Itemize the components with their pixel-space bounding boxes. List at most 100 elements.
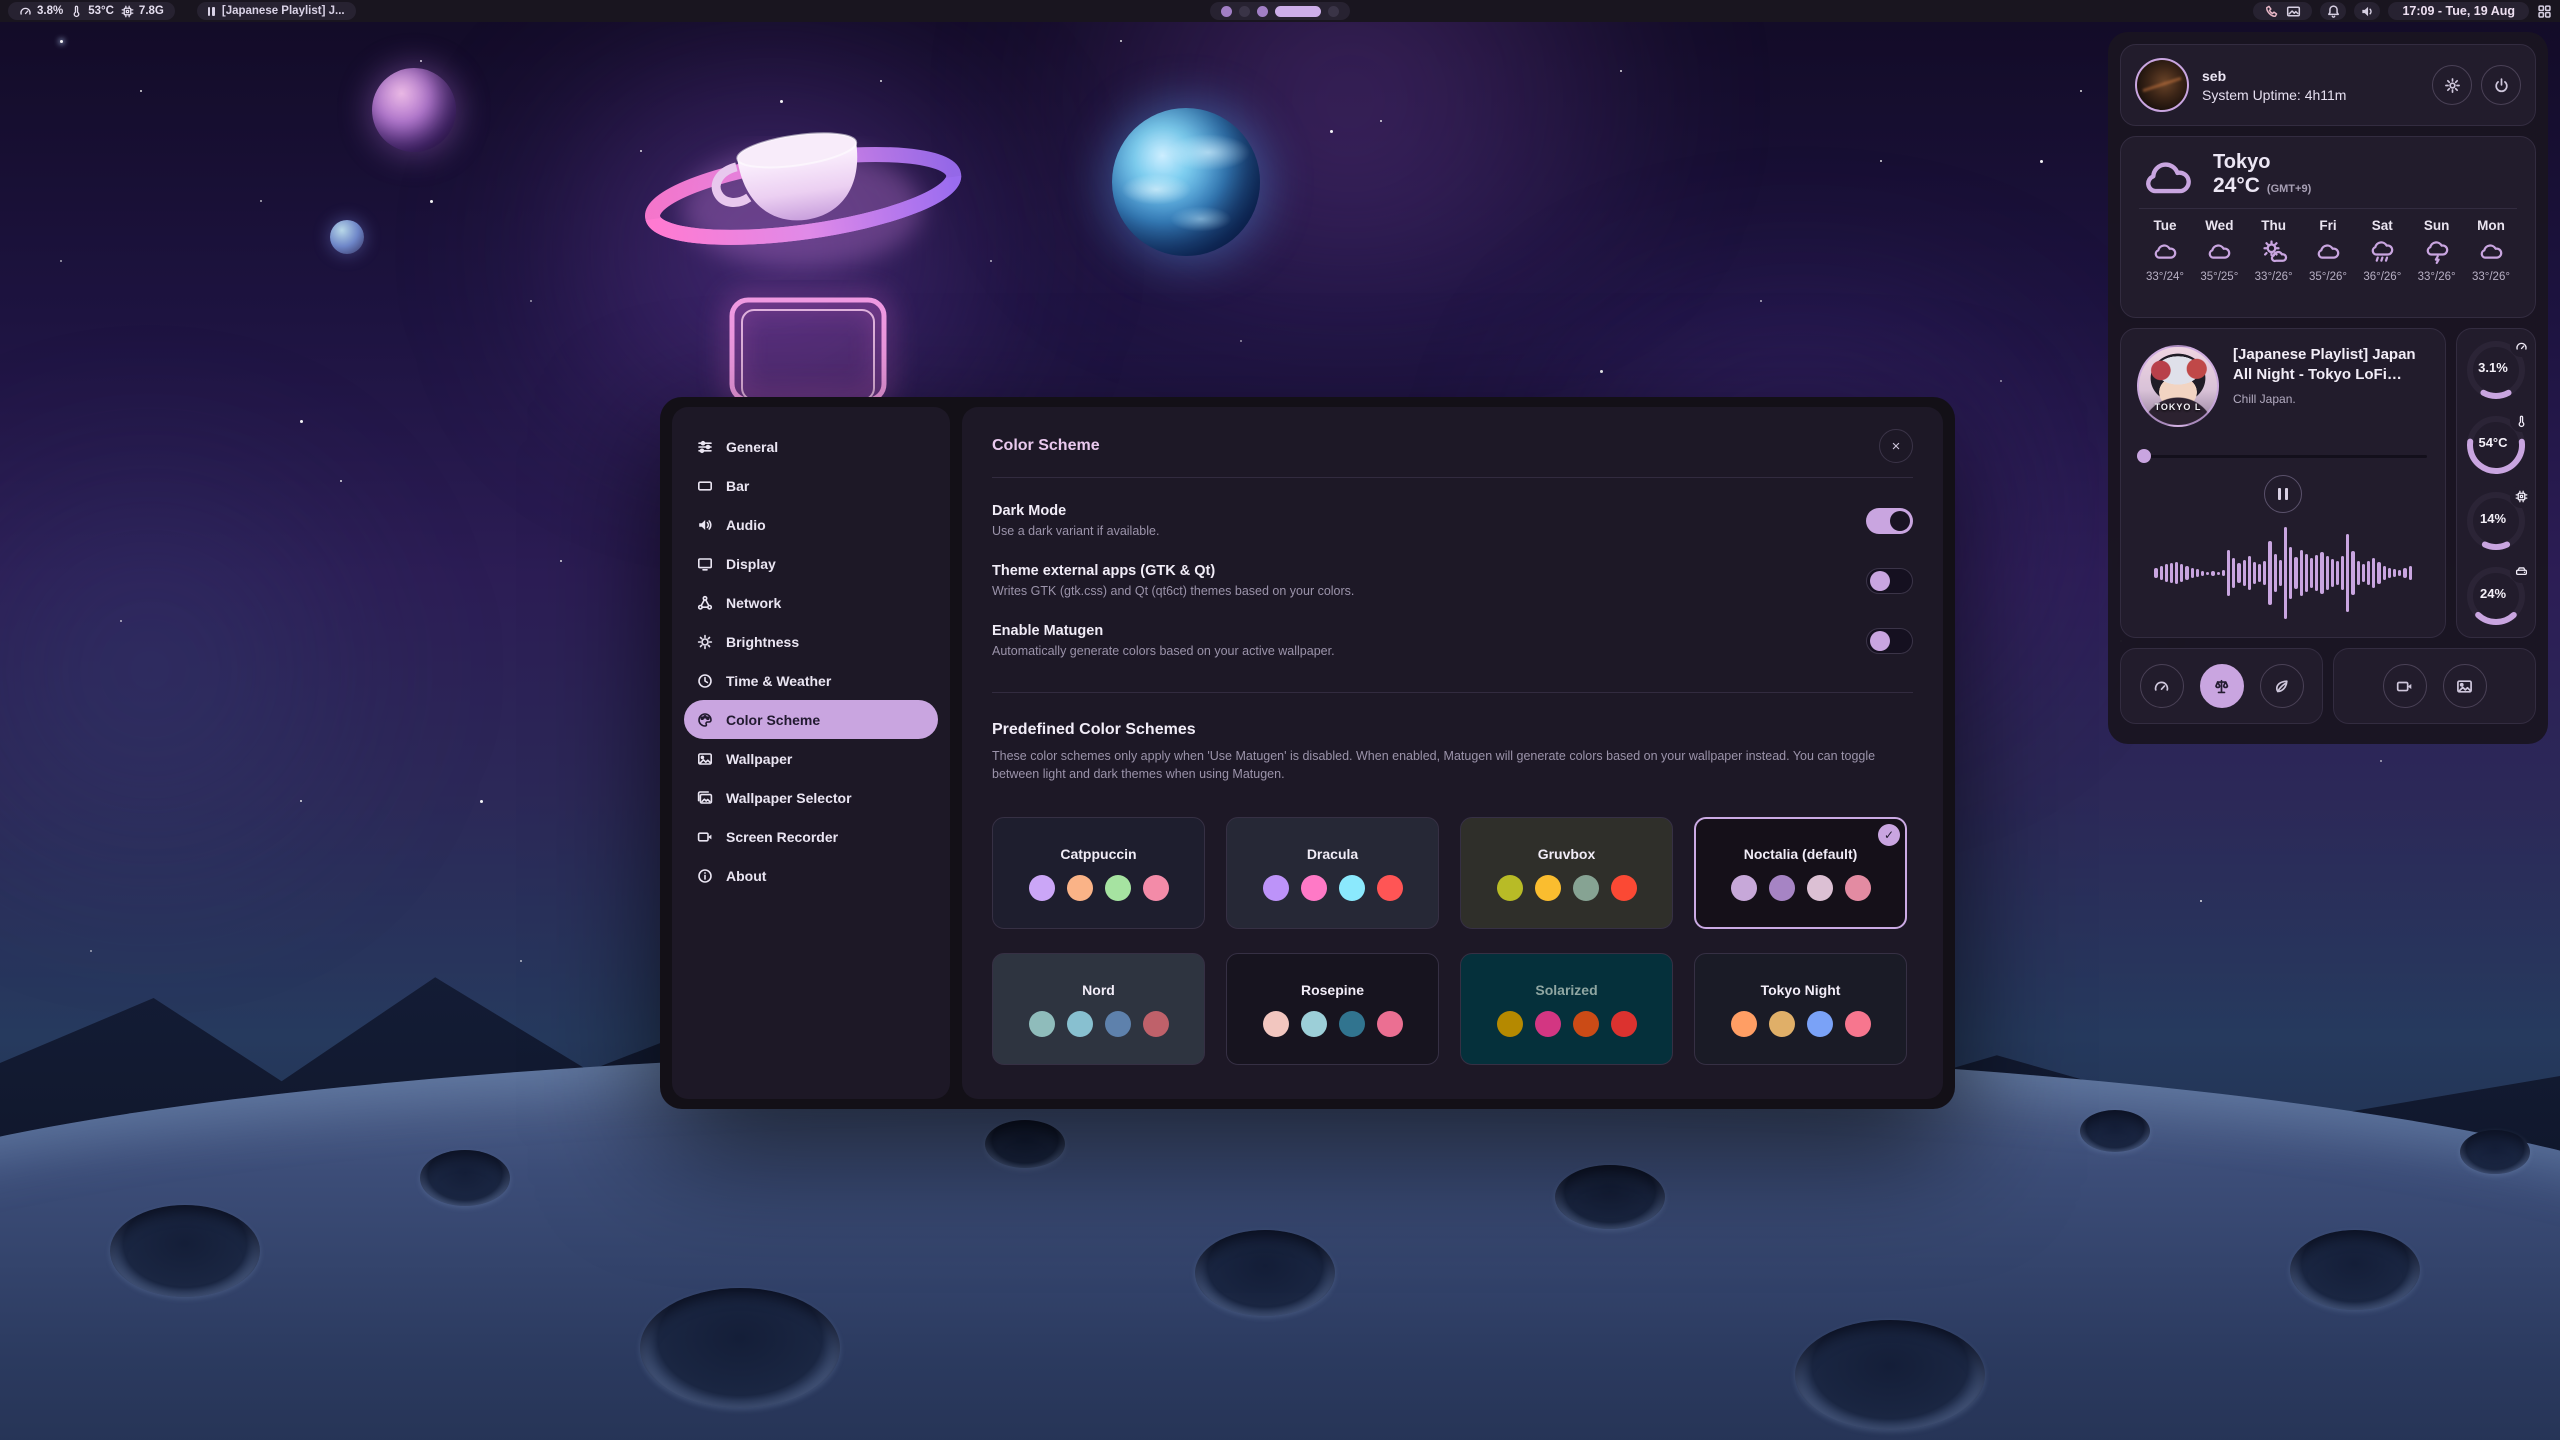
wallpaper-button[interactable]	[2443, 664, 2487, 708]
sidebar-item-label: Color Scheme	[726, 712, 820, 728]
scheme-card-solarized[interactable]: Solarized	[1460, 953, 1673, 1065]
weather-city: Tokyo	[2213, 151, 2311, 174]
workspace-dot[interactable]	[1221, 6, 1232, 17]
forecast-day: Thu 33°/26°	[2248, 218, 2300, 283]
sidebar-item-wallpaper-selector[interactable]: Wallpaper Selector	[684, 778, 938, 817]
gauge-icon	[19, 5, 32, 18]
performance-button[interactable]	[2140, 664, 2184, 708]
color-dot	[1731, 875, 1757, 901]
play-pause-button[interactable]	[2264, 475, 2302, 513]
cloud-icon	[2139, 152, 2197, 198]
sidebar-item-color-scheme[interactable]: Color Scheme	[684, 700, 938, 739]
sidebar-item-brightness[interactable]: Brightness	[684, 622, 938, 661]
scheme-card-dracula[interactable]: Dracula	[1226, 817, 1439, 929]
scheme-card-gruvbox[interactable]: Gruvbox	[1460, 817, 1673, 929]
settings-sidebar: General Bar Audio Display Network Bright…	[672, 407, 950, 1099]
speaker-icon	[697, 517, 713, 533]
sidebar-item-wallpaper[interactable]: Wallpaper	[684, 739, 938, 778]
scheme-name: Rosepine	[1301, 982, 1364, 998]
sidebar-item-label: Audio	[726, 517, 766, 533]
image-icon	[697, 751, 713, 767]
theme-external-row: Theme external apps (GTK & Qt) Writes GT…	[992, 563, 1913, 598]
scheme-card-nord[interactable]: Nord	[992, 953, 1205, 1065]
bell-icon[interactable]	[2326, 4, 2341, 19]
sidebar-item-display[interactable]: Display	[684, 544, 938, 583]
scheme-card-rosepine[interactable]: Rosepine	[1226, 953, 1439, 1065]
color-dot	[1029, 1011, 1055, 1037]
dark-mode-label: Dark Mode	[992, 503, 1159, 519]
scheme-name: Noctalia (default)	[1744, 846, 1858, 862]
theme-external-label: Theme external apps (GTK & Qt)	[992, 563, 1354, 579]
workspace-dot-active[interactable]	[1275, 6, 1321, 17]
tray-pill[interactable]	[2253, 2, 2312, 20]
sidebar-item-general[interactable]: General	[684, 427, 938, 466]
sidebar-item-screen-recorder[interactable]: Screen Recorder	[684, 817, 938, 856]
speaker-icon[interactable]	[2360, 4, 2375, 19]
seek-knob[interactable]	[2137, 449, 2151, 463]
sidebar-item-label: Bar	[726, 478, 749, 494]
settings-window: General Bar Audio Display Network Bright…	[660, 397, 1955, 1109]
chip-icon	[121, 5, 134, 18]
apps-grid-icon[interactable]	[2537, 4, 2552, 19]
leaf-icon	[2273, 678, 2290, 695]
color-dot	[1573, 1011, 1599, 1037]
screen-record-button[interactable]	[2383, 664, 2427, 708]
divider	[2139, 208, 2517, 209]
color-scheme-panel: Color Scheme × Dark Mode Use a dark vari…	[962, 407, 1943, 1099]
sidebar-item-network[interactable]: Network	[684, 583, 938, 622]
seek-bar[interactable]	[2137, 449, 2429, 463]
clock-widget[interactable]: 17:09 - Tue, 19 Aug	[2388, 2, 2529, 20]
scheme-name: Gruvbox	[1538, 846, 1596, 862]
gauge-icon	[2510, 335, 2532, 357]
color-dot	[1845, 1011, 1871, 1037]
system-stats-pill[interactable]: 3.8% 53°C 7.8G	[8, 2, 175, 20]
sidebar-item-about[interactable]: About	[684, 856, 938, 895]
storm-cloud-icon	[2422, 237, 2452, 267]
media-player-card: TOKYO L [Japanese Playlist] Japan All Ni…	[2120, 328, 2446, 638]
color-dot	[1339, 875, 1365, 901]
thermometer-icon	[2510, 410, 2532, 432]
enable-matugen-toggle[interactable]	[1866, 628, 1913, 654]
balanced-mode-button[interactable]	[2200, 664, 2244, 708]
scheme-card-catppuccin[interactable]: Catppuccin	[992, 817, 1205, 929]
workspace-dot[interactable]	[1257, 6, 1268, 17]
divider	[992, 477, 1913, 478]
notifications-pill[interactable]	[2320, 2, 2346, 20]
quick-settings-card	[2120, 648, 2323, 724]
earth-planet	[1112, 108, 1260, 256]
forecast-day: Mon 33°/26°	[2465, 218, 2517, 283]
sidebar-item-label: General	[726, 439, 778, 455]
gauge-icon	[2153, 678, 2170, 695]
theme-external-toggle[interactable]	[1866, 568, 1913, 594]
phone-icon[interactable]	[2264, 4, 2279, 19]
sidebar-item-time-weather[interactable]: Time & Weather	[684, 661, 938, 700]
bar-icon	[697, 478, 713, 494]
tune-icon	[697, 439, 713, 455]
scheme-card-tokyo-night[interactable]: Tokyo Night	[1694, 953, 1907, 1065]
workspace-indicator[interactable]	[1210, 2, 1350, 20]
sidebar-item-audio[interactable]: Audio	[684, 505, 938, 544]
small-planet	[330, 220, 364, 254]
power-button[interactable]	[2481, 65, 2521, 105]
scheme-card-noctalia[interactable]: ✓ Noctalia (default)	[1694, 817, 1907, 929]
sidebar-item-bar[interactable]: Bar	[684, 466, 938, 505]
media-pill[interactable]: [Japanese Playlist] J...	[197, 2, 356, 20]
settings-button[interactable]	[2432, 65, 2472, 105]
media-pill-label: [Japanese Playlist] J...	[222, 5, 345, 17]
forecast-day: Sat 36°/26°	[2356, 218, 2408, 283]
dark-mode-toggle[interactable]	[1866, 508, 1913, 534]
screenshot-icon[interactable]	[2286, 4, 2301, 19]
forecast-day: Fri 35°/26°	[2302, 218, 2354, 283]
close-button[interactable]: ×	[1879, 429, 1913, 463]
gear-icon	[2444, 77, 2461, 94]
dark-mode-desc: Use a dark variant if available.	[992, 524, 1159, 538]
color-dot	[1535, 875, 1561, 901]
volume-pill[interactable]	[2354, 2, 2380, 20]
brightness-icon	[697, 634, 713, 650]
workspace-dot[interactable]	[1239, 6, 1250, 17]
color-dot	[1105, 1011, 1131, 1037]
disk-icon	[2510, 561, 2532, 583]
workspace-dot[interactable]	[1328, 6, 1339, 17]
eco-mode-button[interactable]	[2260, 664, 2304, 708]
scheme-name: Nord	[1082, 982, 1115, 998]
